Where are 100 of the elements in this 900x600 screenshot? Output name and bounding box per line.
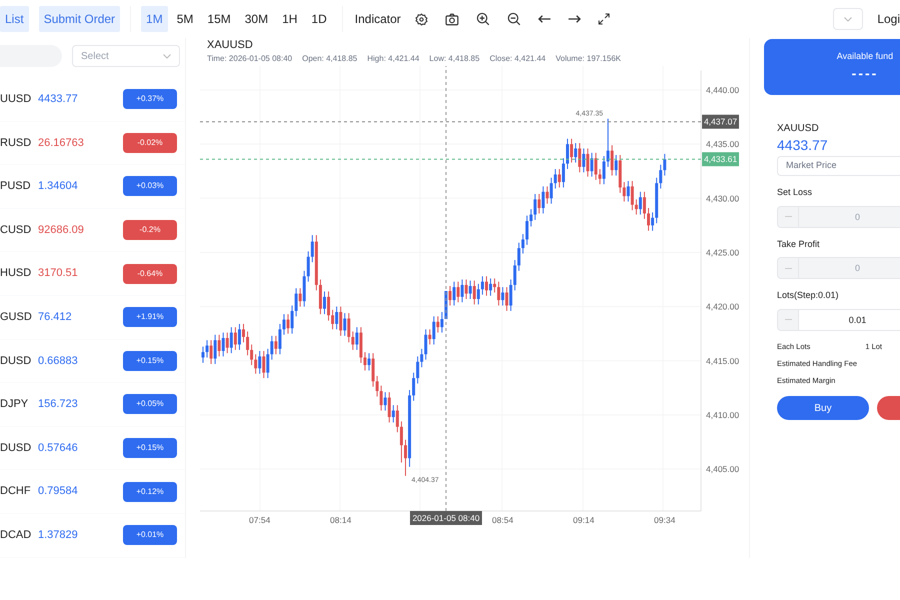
watchlist-row[interactable]: DUSD 0.66883 +0.15%	[0, 340, 185, 384]
candlestick	[610, 144, 614, 176]
candlestick	[234, 326, 237, 350]
timeframe-tab[interactable]: 30M	[240, 6, 274, 32]
symbol-text: RUSD	[0, 136, 32, 151]
candlestick	[274, 335, 278, 355]
candlestick	[339, 306, 342, 336]
ohlc-text: Low: 4,418.85	[429, 53, 480, 65]
arrow-right-icon[interactable]	[568, 14, 581, 24]
watchlist-row[interactable]: RUSD 26.16763 -0.02%	[0, 122, 185, 166]
candlestick	[238, 323, 241, 350]
price-axis-label: 4,410.00	[706, 410, 740, 420]
change-badge: +0.03%	[123, 176, 177, 196]
camera-icon[interactable]	[444, 12, 459, 26]
candlestick	[460, 279, 464, 303]
zoom-in-icon[interactable]	[476, 12, 490, 26]
candlestick	[468, 280, 472, 300]
timeframe-tab[interactable]: 5M	[172, 6, 198, 32]
ohlc-text: Open: 4,418.85	[302, 53, 358, 65]
candlestick	[298, 288, 302, 308]
zoom-out-icon[interactable]	[506, 12, 521, 26]
symbol-text: DCHF	[0, 484, 32, 500]
candlestick	[400, 420, 403, 464]
sell-button[interactable]	[877, 396, 900, 420]
tab[interactable]: Submit Order	[38, 6, 120, 32]
candlestick	[306, 250, 310, 282]
candlestick	[335, 306, 338, 330]
candlestick	[392, 404, 395, 423]
watchlist-row[interactable]: DCAD 1.37829 +0.01%	[0, 514, 185, 558]
change-badge: +1.91%	[123, 307, 177, 328]
funds-value: ----	[850, 64, 878, 84]
candlestick	[497, 281, 500, 306]
candlestick	[226, 332, 229, 354]
login-link[interactable]: Logi	[877, 10, 900, 28]
candlestick	[659, 164, 662, 190]
candlestick	[534, 193, 537, 220]
time-axis-label: 07:54	[249, 515, 270, 525]
candlestick	[538, 193, 541, 214]
candlestick	[210, 340, 213, 364]
watchlist-row[interactable]: DUSD 0.57646 +0.15%	[0, 426, 185, 470]
change-badge: -0.64%	[123, 264, 177, 284]
symbol-label: XAUUSD	[777, 122, 820, 136]
time-axis-label: 08:54	[492, 515, 514, 525]
change-badge: +0.12%	[123, 482, 177, 502]
candlestick	[384, 392, 387, 412]
candlestick	[489, 278, 492, 296]
watchlist-row[interactable]: DCHF 0.79584 +0.12%	[0, 470, 185, 514]
price-text: 1.34604	[38, 179, 79, 194]
minus-icon	[784, 319, 792, 320]
candlestick	[493, 278, 496, 294]
chevron-down-icon	[163, 54, 171, 58]
candlestick	[614, 154, 618, 176]
order-type-select[interactable]: Market Price	[777, 156, 900, 176]
candlestick	[404, 439, 407, 476]
candlestick	[586, 148, 590, 178]
price-text: 92686.09	[38, 222, 85, 238]
candlestick	[582, 148, 586, 173]
watchlist-row[interactable]: UUSD 4433.77 +0.37%	[0, 78, 185, 122]
watchlist-row[interactable]: GUSD 76.412 +1.91%	[0, 296, 185, 340]
watchlist-row[interactable]: HUSD 3170.51 -0.64%	[0, 252, 185, 296]
buy-button[interactable]: Buy	[777, 396, 869, 420]
number-input[interactable]: 0.01	[799, 308, 900, 330]
candlestick	[343, 312, 346, 336]
timeframe-tab[interactable]: 15M	[202, 6, 236, 32]
timeframe-tab[interactable]: 1D	[306, 6, 332, 32]
fullscreen-icon[interactable]	[598, 13, 610, 25]
indicator-button[interactable]: Indicator	[354, 10, 401, 28]
candlestick	[480, 276, 484, 296]
price-tag: 4,437.07	[702, 114, 739, 129]
price-text: 0.66883	[38, 354, 79, 369]
timeframe-tab[interactable]: 1M	[141, 6, 168, 32]
candlestick	[412, 372, 416, 402]
candlestick	[206, 340, 209, 358]
candlestick	[428, 328, 432, 346]
timeframe-tab[interactable]: 1H	[277, 6, 302, 32]
tab[interactable]: List	[0, 6, 29, 32]
candlestick	[254, 354, 258, 374]
candlestick	[351, 331, 354, 350]
candlestick	[558, 168, 561, 188]
candlestick	[647, 208, 650, 232]
candlestick	[554, 168, 557, 190]
candlestick	[452, 281, 456, 306]
candlestick	[594, 152, 598, 180]
watchlist-row[interactable]: DJPY 156.723 +0.05%	[0, 383, 185, 427]
candlestick	[530, 208, 533, 227]
price-text: 3170.51	[38, 266, 79, 282]
settings-icon[interactable]	[414, 12, 428, 26]
price-text: 26.16763	[38, 136, 85, 151]
candlestick	[485, 276, 488, 296]
candlestick	[472, 280, 476, 305]
watchlist-row[interactable]: PUSD 1.34604 +0.03%	[0, 165, 185, 209]
candlestick	[266, 348, 270, 379]
ohlc-text: Time: 2026-01-05 08:40	[207, 53, 292, 65]
change-badge: +0.05%	[123, 394, 177, 414]
candlestick	[432, 316, 436, 346]
candlestick	[651, 212, 654, 232]
candlestick	[546, 186, 549, 204]
watchlist-row[interactable]: CUSD 92686.09 -0.2%	[0, 208, 185, 252]
change-badge: +0.15%	[123, 350, 177, 371]
arrow-left-icon[interactable]	[538, 14, 551, 24]
